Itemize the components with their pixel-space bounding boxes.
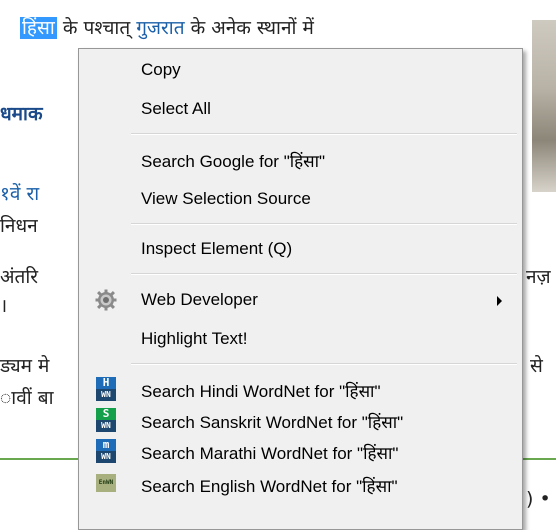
menu-item-label: Search English WordNet for "हिंसा": [141, 477, 398, 496]
menu-item-search-marathi-wordnet[interactable]: m WN Search Marathi WordNet for "हिंसा": [79, 436, 522, 466]
menu-item-label: Web Developer: [141, 290, 258, 309]
article-text-fragment: अंतरि: [0, 266, 39, 288]
menu-item-select-all[interactable]: Select All: [79, 94, 522, 124]
english-wordnet-icon: EnWN: [96, 474, 116, 492]
menu-item-label: Search Hindi WordNet for "हिंसा": [141, 382, 381, 401]
hindi-wordnet-icon: H WN: [96, 377, 116, 401]
menu-item-highlight-text[interactable]: Highlight Text!: [79, 324, 522, 354]
menu-item-inspect-element[interactable]: Inspect Element (Q): [79, 234, 522, 264]
marathi-wordnet-icon: m WN: [96, 439, 116, 463]
menu-item-search-english-wordnet[interactable]: EnWN Search English WordNet for "हिंसा": [79, 469, 522, 499]
submenu-arrow-icon: [497, 296, 502, 306]
menu-item-label: Search Marathi WordNet for "हिंसा": [141, 444, 399, 463]
menu-item-view-selection-source[interactable]: View Selection Source: [79, 184, 522, 214]
article-link-fragment[interactable]: १वें रा: [0, 180, 39, 206]
menu-separator: [131, 223, 517, 225]
menu-item-label: View Selection Source: [141, 189, 311, 208]
text-segment: के पश्चात्: [62, 17, 131, 39]
article-text-fragment: निधन: [0, 215, 38, 237]
menu-item-label: Search Google for "हिंसा": [141, 152, 326, 171]
article-text-fragment: ावीं बा: [0, 387, 54, 409]
menu-item-search-google[interactable]: Search Google for "हिंसा": [79, 144, 522, 174]
article-text-fragment: ।: [0, 295, 8, 317]
article-text-fragment: ड्यम मे: [0, 355, 50, 377]
text-segment: के अनेक स्थानों में: [190, 17, 314, 39]
menu-item-label: Copy: [141, 60, 181, 79]
menu-separator: [131, 363, 517, 365]
selected-word: हिंसा: [20, 17, 57, 39]
article-text-fragment: नज़: [526, 266, 551, 288]
menu-item-label: Inspect Element (Q): [141, 239, 293, 258]
menu-item-label: Search Sanskrit WordNet for "हिंसा": [141, 413, 404, 432]
context-menu: Copy Select All Search Google for "हिंसा…: [78, 48, 523, 530]
menu-item-search-hindi-wordnet[interactable]: H WN Search Hindi WordNet for "हिंसा": [79, 374, 522, 404]
menu-separator: [131, 133, 517, 135]
gear-icon: [95, 289, 117, 311]
gujarat-link[interactable]: गुजरात: [136, 17, 184, 39]
article-text-fragment: ) •: [526, 488, 551, 510]
menu-item-label: Highlight Text!: [141, 329, 248, 348]
menu-item-web-developer[interactable]: Web Developer: [79, 285, 522, 315]
menu-item-label: Select All: [141, 99, 211, 118]
menu-item-search-sanskrit-wordnet[interactable]: S WN Search Sanskrit WordNet for "हिंसा": [79, 405, 522, 435]
menu-item-copy[interactable]: Copy: [79, 55, 522, 85]
article-heading-fragment: धमाक: [0, 103, 43, 125]
article-line-1: हिंसा के पश्चात् गुजरात के अनेक स्थानों …: [20, 14, 314, 40]
article-text-fragment: से: [530, 355, 543, 377]
article-photo: [532, 20, 556, 192]
sanskrit-wordnet-icon: S WN: [96, 408, 116, 432]
menu-separator: [131, 273, 517, 275]
